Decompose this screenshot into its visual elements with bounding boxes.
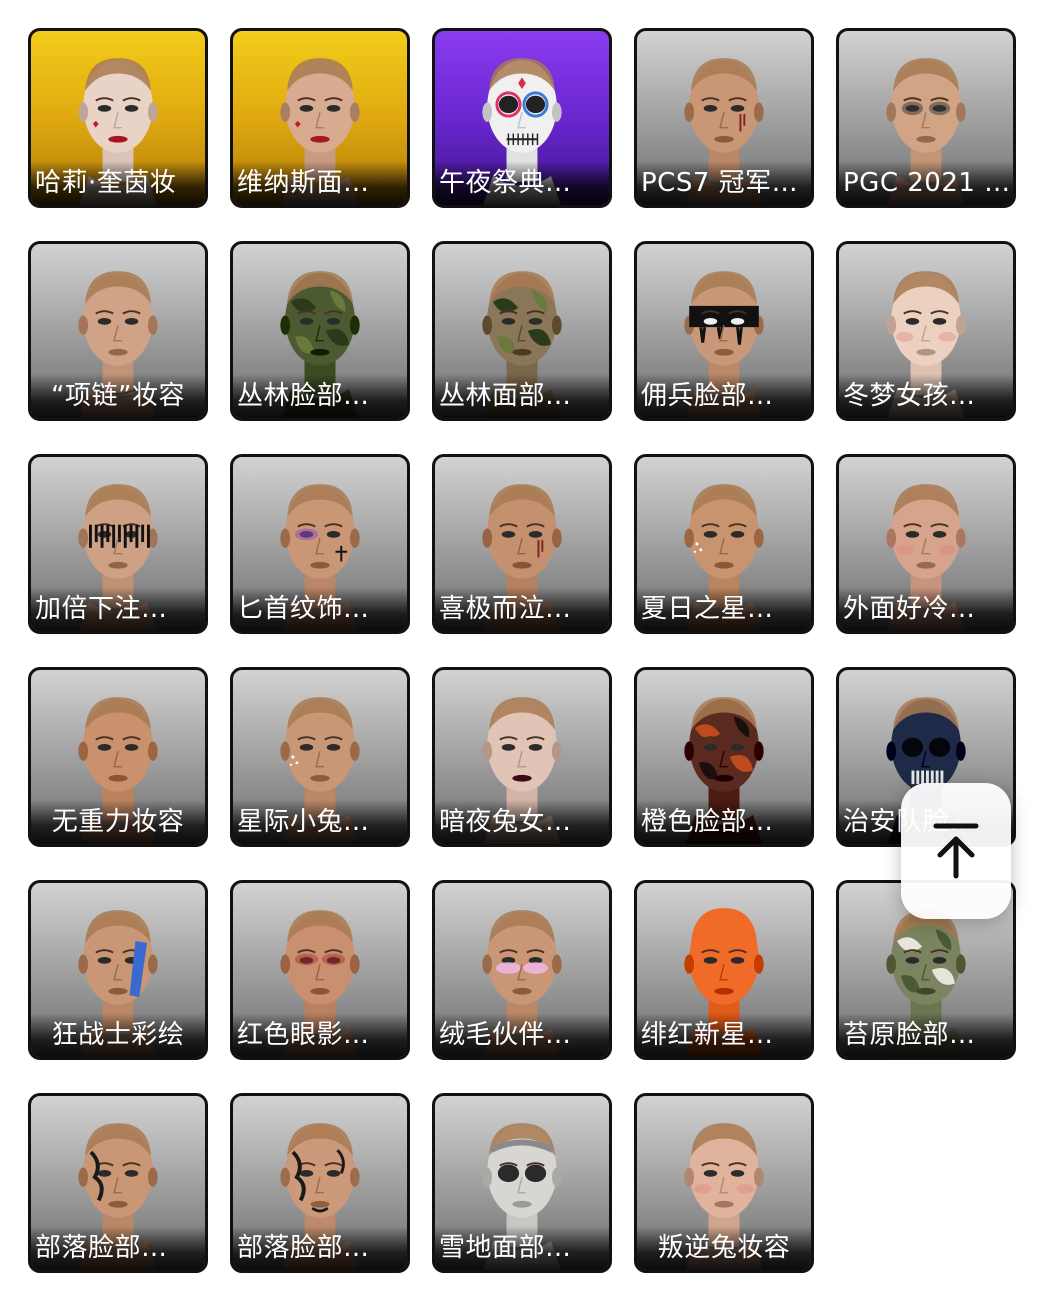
makeup-name: 午夜祭典…: [435, 161, 609, 205]
makeup-name: 佣兵脸部…: [637, 374, 811, 418]
makeup-card[interactable]: 橙色脸部…: [634, 667, 814, 847]
makeup-name: 冬梦女孩…: [839, 374, 1013, 418]
makeup-name: 暗夜兔女…: [435, 800, 609, 844]
makeup-card[interactable]: 喜极而泣…: [432, 454, 612, 634]
makeup-card[interactable]: 绯红新星…: [634, 880, 814, 1060]
makeup-card[interactable]: 匕首纹饰…: [230, 454, 410, 634]
makeup-card[interactable]: 丛林面部…: [432, 241, 612, 421]
makeup-name: 红色眼影…: [233, 1013, 407, 1057]
makeup-card[interactable]: 加倍下注…: [28, 454, 208, 634]
makeup-name: 狂战士彩绘: [31, 1013, 205, 1057]
makeup-card[interactable]: PGC 2021 …: [836, 28, 1016, 208]
makeup-card[interactable]: 丛林脸部…: [230, 241, 410, 421]
makeup-name: 苔原脸部…: [839, 1013, 1013, 1057]
makeup-card[interactable]: 叛逆兔妆容: [634, 1093, 814, 1273]
makeup-card[interactable]: 绒毛伙伴…: [432, 880, 612, 1060]
makeup-name: 雪地面部…: [435, 1226, 609, 1270]
makeup-name: PCS7 冠军…: [637, 161, 811, 205]
makeup-card[interactable]: 红色眼影…: [230, 880, 410, 1060]
makeup-card[interactable]: PCS7 冠军…: [634, 28, 814, 208]
makeup-card[interactable]: 暗夜兔女…: [432, 667, 612, 847]
makeup-name: PGC 2021 …: [839, 161, 1013, 205]
makeup-card[interactable]: 佣兵脸部…: [634, 241, 814, 421]
makeup-card[interactable]: 外面好冷…: [836, 454, 1016, 634]
makeup-name: 绒毛伙伴…: [435, 1013, 609, 1057]
makeup-name: 加倍下注…: [31, 587, 205, 631]
makeup-card[interactable]: 部落脸部…: [230, 1093, 410, 1273]
makeup-name: 部落脸部…: [233, 1226, 407, 1270]
makeup-name: 星际小兔…: [233, 800, 407, 844]
makeup-name: 部落脸部…: [31, 1226, 205, 1270]
makeup-name: 维纳斯面…: [233, 161, 407, 205]
makeup-name: 绯红新星…: [637, 1013, 811, 1057]
makeup-grid: 哈莉·奎茵妆 维纳斯面… 午夜祭典… PCS7 冠军… PGC 2021 … “项链”妆容…: [28, 28, 1016, 1273]
makeup-card[interactable]: 部落脸部…: [28, 1093, 208, 1273]
arrow-up-to-top-icon: [933, 823, 979, 879]
makeup-name: 匕首纹饰…: [233, 587, 407, 631]
makeup-name: 丛林脸部…: [233, 374, 407, 418]
makeup-card[interactable]: 无重力妆容: [28, 667, 208, 847]
makeup-card[interactable]: “项链”妆容: [28, 241, 208, 421]
makeup-name: 叛逆兔妆容: [637, 1226, 811, 1270]
makeup-card[interactable]: 午夜祭典…: [432, 28, 612, 208]
makeup-name: 丛林面部…: [435, 374, 609, 418]
makeup-name: “项链”妆容: [31, 374, 205, 418]
scroll-to-top-button[interactable]: [901, 783, 1011, 919]
makeup-card[interactable]: 维纳斯面…: [230, 28, 410, 208]
makeup-card[interactable]: 狂战士彩绘: [28, 880, 208, 1060]
makeup-name: 无重力妆容: [31, 800, 205, 844]
makeup-name: 喜极而泣…: [435, 587, 609, 631]
makeup-card[interactable]: 哈莉·奎茵妆: [28, 28, 208, 208]
makeup-card[interactable]: 冬梦女孩…: [836, 241, 1016, 421]
makeup-name: 哈莉·奎茵妆: [31, 161, 205, 205]
makeup-card[interactable]: 雪地面部…: [432, 1093, 612, 1273]
makeup-name: 夏日之星…: [637, 587, 811, 631]
makeup-name: 外面好冷…: [839, 587, 1013, 631]
makeup-name: 橙色脸部…: [637, 800, 811, 844]
makeup-card[interactable]: 星际小兔…: [230, 667, 410, 847]
makeup-card[interactable]: 夏日之星…: [634, 454, 814, 634]
